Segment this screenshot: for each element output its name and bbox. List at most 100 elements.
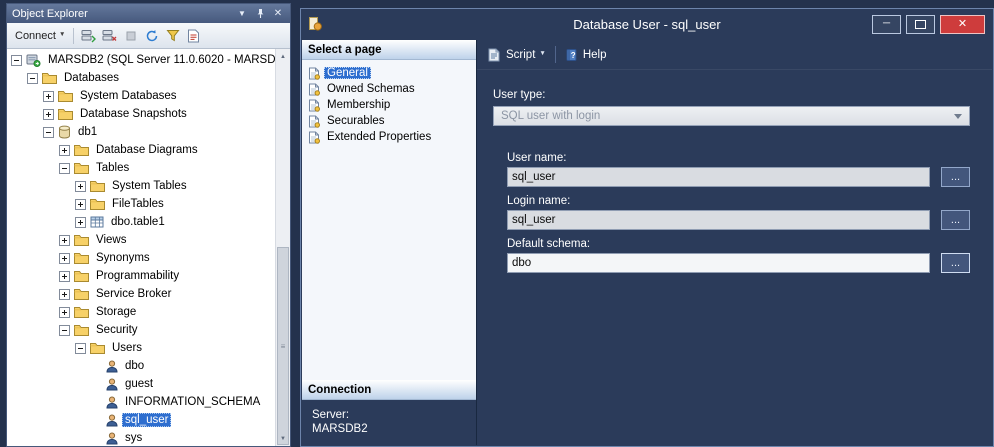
tree-expander-minus[interactable]: [75, 343, 86, 354]
tree-expander-plus[interactable]: [59, 145, 70, 156]
property-page-icon: [308, 115, 320, 128]
tree-expander-minus[interactable]: [27, 73, 38, 84]
close-icon[interactable]: ✕: [271, 7, 285, 20]
user-name-field[interactable]: [507, 167, 930, 187]
property-page-icon: [308, 131, 320, 144]
tree-item-dbo-table1[interactable]: dbo.table1: [7, 213, 290, 231]
page-item-extended-properties[interactable]: Extended Properties: [306, 129, 476, 145]
tree-item-label: MARSDB2 (SQL Server 11.0.6020 - MARSD: [45, 53, 279, 67]
default-schema-field[interactable]: [507, 253, 930, 273]
page-item-label: Owned Schemas: [324, 83, 418, 95]
filter-icon[interactable]: [163, 27, 182, 44]
default-schema-browse-button[interactable]: ...: [941, 253, 970, 273]
tree-item-databases[interactable]: Databases: [7, 69, 290, 87]
dialog-app-icon: [307, 16, 323, 32]
user-icon: [106, 360, 118, 373]
tree-expander-minus[interactable]: [59, 325, 70, 336]
tree-item-programmability[interactable]: Programmability: [7, 267, 290, 285]
refresh-icon[interactable]: [142, 27, 161, 44]
tree-item-sql-user[interactable]: sql_user: [7, 411, 290, 429]
report-icon[interactable]: [184, 27, 203, 44]
tree-expander-plus[interactable]: [59, 253, 70, 264]
folder-icon: [58, 108, 73, 120]
toolbar-separator: [73, 28, 74, 44]
login-name-browse-button[interactable]: ...: [941, 210, 970, 230]
script-icon: [487, 48, 502, 62]
tree-expander-plus[interactable]: [59, 271, 70, 282]
vertical-scrollbar[interactable]: ▲ ≡ ▼: [275, 49, 290, 446]
tree-item-security[interactable]: Security: [7, 321, 290, 339]
chevron-down-icon[interactable]: ▼: [539, 51, 545, 58]
server-value: MARSDB2: [312, 422, 466, 436]
dialog-titlebar[interactable]: Database User - sql_user ─ ✕: [301, 9, 993, 39]
tree-expander-plus[interactable]: [43, 91, 54, 102]
script-label: Script: [506, 49, 535, 61]
tree-expander-minus[interactable]: [43, 127, 54, 138]
panel-title: Object Explorer: [12, 8, 231, 20]
tree-expander-minus[interactable]: [11, 55, 22, 66]
scrollbar-thumb[interactable]: ≡: [277, 247, 289, 445]
tree-expander-plus[interactable]: [75, 181, 86, 192]
minimize-button[interactable]: ─: [872, 15, 901, 34]
tree-item-db1[interactable]: db1: [7, 123, 290, 141]
oe-toolbar-icons: [79, 27, 203, 44]
scroll-up-icon[interactable]: ▲: [276, 49, 290, 64]
user-type-select[interactable]: SQL user with login: [493, 106, 970, 126]
tree-item-marsdb2-sql-server-11-0-6020-marsd[interactable]: MARSDB2 (SQL Server 11.0.6020 - MARSD: [7, 51, 290, 69]
tree-item-system-tables[interactable]: System Tables: [7, 177, 290, 195]
tree-item-guest[interactable]: guest: [7, 375, 290, 393]
folder-icon: [74, 288, 89, 300]
user-icon: [106, 396, 118, 409]
tree-item-synonyms[interactable]: Synonyms: [7, 249, 290, 267]
tree-item-filetables[interactable]: FileTables: [7, 195, 290, 213]
connect-icon[interactable]: [79, 27, 98, 44]
scroll-down-icon[interactable]: ▼: [276, 431, 290, 446]
user-name-browse-button[interactable]: ...: [941, 167, 970, 187]
window-position-icon[interactable]: ▼: [235, 7, 249, 20]
server-label: Server:: [312, 408, 466, 422]
tree-item-dbo[interactable]: dbo: [7, 357, 290, 375]
page-item-owned-schemas[interactable]: Owned Schemas: [306, 81, 476, 97]
login-name-field[interactable]: [507, 210, 930, 230]
tree-item-sys[interactable]: sys: [7, 429, 290, 446]
pin-icon[interactable]: [253, 7, 267, 20]
close-button[interactable]: ✕: [940, 15, 985, 34]
page-item-securables[interactable]: Securables: [306, 113, 476, 129]
connect-button[interactable]: Connect ▼: [12, 29, 68, 43]
dialog-content-pane: Script ▼ ? Help User type: SQL user with…: [476, 40, 992, 445]
stop-icon[interactable]: [121, 27, 140, 44]
tree-expander-plus[interactable]: [59, 289, 70, 300]
page-item-membership[interactable]: Membership: [306, 97, 476, 113]
tree-expander-minus[interactable]: [59, 163, 70, 174]
tree-item-label: Service Broker: [93, 287, 174, 301]
disconnect-icon[interactable]: [100, 27, 119, 44]
tree-item-users[interactable]: Users: [7, 339, 290, 357]
help-button[interactable]: ? Help: [565, 48, 607, 62]
tree-item-views[interactable]: Views: [7, 231, 290, 249]
tree-expander-plus[interactable]: [75, 199, 86, 210]
page-item-label: General: [324, 67, 371, 79]
property-page-icon: [308, 83, 320, 96]
tree-item-system-databases[interactable]: System Databases: [7, 87, 290, 105]
tree-item-database-diagrams[interactable]: Database Diagrams: [7, 141, 290, 159]
tree-expander-plus[interactable]: [43, 109, 54, 120]
maximize-button[interactable]: [906, 15, 935, 34]
tree-item-storage[interactable]: Storage: [7, 303, 290, 321]
property-page-icon: [308, 99, 320, 112]
page-item-general[interactable]: General: [306, 65, 476, 81]
tree-item-label: Storage: [93, 305, 139, 319]
tree-item-tables[interactable]: Tables: [7, 159, 290, 177]
tree-item-database-snapshots[interactable]: Database Snapshots: [7, 105, 290, 123]
tree-item-information-schema[interactable]: INFORMATION_SCHEMA: [7, 393, 290, 411]
tree-expander-plus[interactable]: [59, 235, 70, 246]
tree-item-label: sys: [122, 431, 145, 445]
tree-expander-plus[interactable]: [59, 307, 70, 318]
folder-icon: [58, 90, 73, 102]
connect-label: Connect: [15, 30, 56, 42]
tree-item-label: guest: [122, 377, 156, 391]
tree-item-service-broker[interactable]: Service Broker: [7, 285, 290, 303]
user-icon: [106, 414, 118, 427]
tree-expander-plus[interactable]: [75, 217, 86, 228]
script-button[interactable]: Script ▼: [487, 48, 546, 62]
tree-item-label: db1: [75, 125, 100, 139]
